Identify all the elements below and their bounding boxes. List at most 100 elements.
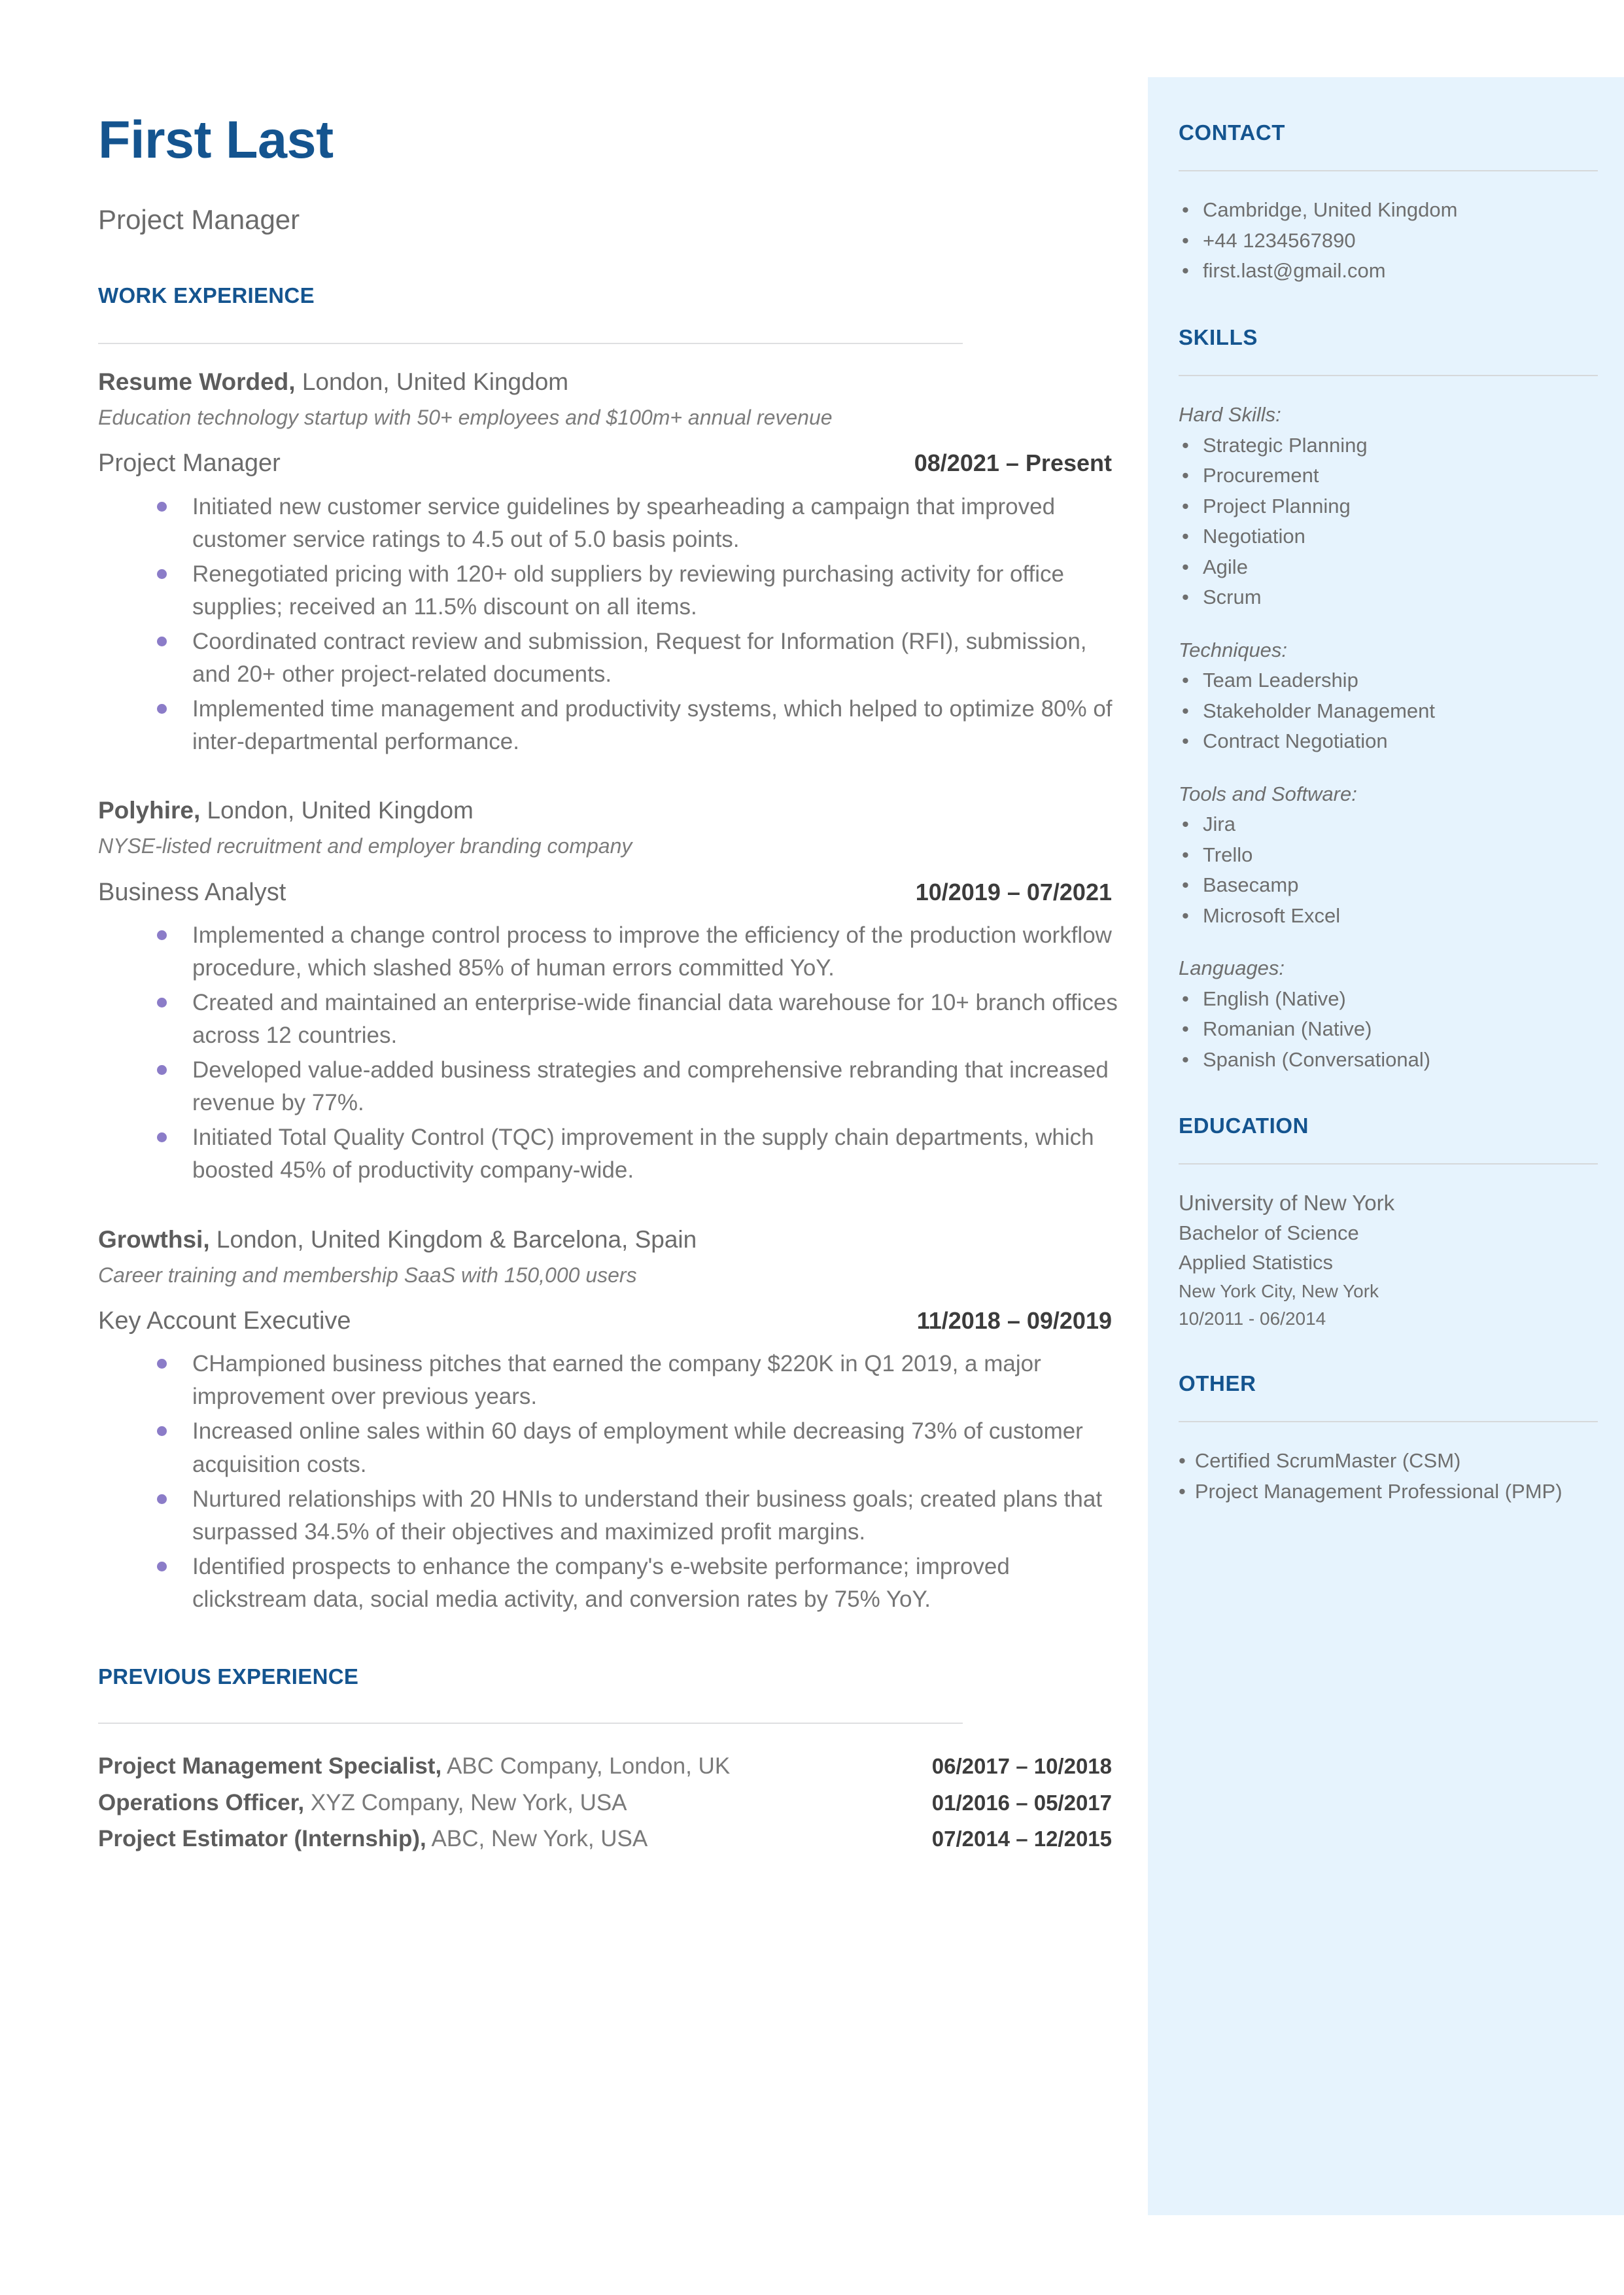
skill-item: • Project Planning (1179, 491, 1598, 522)
skill-item-label: Jira (1203, 813, 1235, 836)
skill-item: • Jira (1179, 809, 1598, 840)
bullet-dot-icon: • (1182, 494, 1189, 517)
skill-item: • Stakeholder Management (1179, 696, 1598, 727)
job-bullet: Initiated new customer service guideline… (98, 491, 1118, 556)
skill-item: • Romanian (Native) (1179, 1014, 1598, 1045)
skill-item-label: Project Planning (1203, 494, 1351, 517)
previous-experience-row: Operations Officer, XYZ Company, New Yor… (98, 1787, 1112, 1819)
job-bullet: Implemented time management and producti… (98, 693, 1118, 758)
bullet-dot-icon (157, 998, 167, 1008)
skills-group-label: Tools and Software: (1179, 782, 1357, 805)
job-bullet: Increased online sales within 60 days of… (98, 1415, 1118, 1480)
other-item-label: Certified ScrumMaster (CSM) (1194, 1449, 1461, 1473)
skill-item-label: Spanish (Conversational) (1203, 1047, 1431, 1071)
skill-item-label: Romanian (Native) (1203, 1017, 1372, 1041)
skills-group-label: Techniques: (1179, 638, 1288, 661)
skill-item-label: Strategic Planning (1203, 433, 1368, 457)
contact-item: • Cambridge, United Kingdom (1179, 195, 1598, 226)
bullet-dot-icon (157, 637, 167, 647)
skill-item-label: Trello (1203, 843, 1253, 866)
skill-item-label: Stakeholder Management (1203, 699, 1436, 722)
bullet-dot-icon (157, 1494, 167, 1504)
bullet-dot-icon (157, 1065, 167, 1076)
job-bullet-text: Nurtured relationships with 20 HNIs to u… (192, 1486, 1103, 1545)
bullet-dot-icon: • (1182, 555, 1189, 578)
previous-experience-title: Operations Officer, (98, 1789, 305, 1815)
previous-experience-title-line: Project Management Specialist, ABC Compa… (98, 1750, 730, 1783)
previous-experience-title-line: Project Estimator (Internship), ABC, New… (98, 1823, 648, 1855)
bullet-dot-icon: • (1182, 1017, 1189, 1041)
job-bullet-text: Developed value-added business strategie… (192, 1057, 1109, 1116)
previous-experience-date-range: 01/2016 – 05/2017 (931, 1790, 1112, 1815)
skill-item-label: Scrum (1203, 586, 1262, 609)
job-bullet: Implemented a change control process to … (98, 919, 1118, 985)
job-bullet-text: Increased online sales within 60 days of… (192, 1418, 1083, 1477)
job-date-range: 08/2021 – Present (914, 449, 1112, 477)
bullet-dot-icon: • (1182, 903, 1189, 927)
skill-item-label: English (Native) (1203, 987, 1346, 1010)
previous-experience-date-range: 07/2014 – 12/2015 (931, 1827, 1112, 1851)
sidebar-section-education-heading: EDUCATION (1179, 1113, 1309, 1138)
job-bullet-text: CHampioned business pitches that earned … (192, 1351, 1041, 1410)
job-company-location: London, United Kingdom & Barcelona, Spai… (209, 1225, 697, 1253)
skill-item: • English (Native) (1179, 984, 1598, 1015)
skill-item-label: Agile (1203, 555, 1248, 578)
skill-item: • Negotiation (1179, 521, 1598, 552)
job-company-description: Career training and membership SaaS with… (98, 1263, 637, 1287)
job-bullet-list: CHampioned business pitches that earned … (98, 1348, 1118, 1615)
skill-item: • Trello (1179, 840, 1598, 871)
previous-experience-title: Project Estimator (Internship), (98, 1826, 426, 1852)
bullet-dot-icon (157, 569, 167, 579)
job-bullet-list: Implemented a change control process to … (98, 919, 1118, 1187)
education-school: University of New York (1179, 1191, 1395, 1216)
job-company-line: Growthsi, London, United Kingdom & Barce… (98, 1224, 1118, 1255)
job-date-range: 10/2019 – 07/2021 (915, 878, 1112, 905)
job-bullet-text: Implemented a change control process to … (192, 922, 1112, 981)
bullet-dot-icon: • (1182, 259, 1189, 283)
contact-item-label: +44 1234567890 (1203, 228, 1356, 252)
job-company-name: Resume Worded, (98, 368, 296, 395)
previous-experience-detail: XYZ Company, New York, USA (304, 1789, 627, 1815)
resume-page: CONTACT • Cambridge, United Kingdom • +44 1… (0, 0, 1624, 2295)
previous-experience-title-line: Operations Officer, XYZ Company, New Yor… (98, 1787, 627, 1819)
job-company-line: Resume Worded, London, United Kingdom (98, 366, 1118, 398)
bullet-dot-icon (157, 704, 167, 714)
skill-item-label: Negotiation (1203, 525, 1305, 548)
contact-item: • first.last@gmail.com (1179, 256, 1598, 287)
job-bullet: Initiated Total Quality Control (TQC) im… (98, 1121, 1118, 1187)
job-bullet-text: Implemented time management and producti… (192, 696, 1113, 755)
bullet-dot-icon: • (1182, 699, 1189, 722)
bullet-dot-icon: • (1182, 843, 1189, 866)
skills-group-list: • Jira • Trello • Basecamp • Microsoft Excel (1179, 809, 1598, 931)
skill-item: • Procurement (1179, 461, 1598, 491)
skill-item: • Agile (1179, 552, 1598, 583)
bullet-dot-icon: • (1182, 433, 1189, 457)
job-bullet-text: Coordinated contract review and submissi… (192, 629, 1087, 688)
skill-item: • Contract Negotiation (1179, 726, 1598, 757)
other-divider (1179, 1421, 1598, 1423)
job-bullet: CHampioned business pitches that earned … (98, 1348, 1118, 1413)
bullet-dot-icon: • (1182, 464, 1189, 487)
job-company-location: London, United Kingdom (295, 368, 569, 395)
job-company-name: Polyhire, (98, 797, 201, 824)
previous-experience-date-range: 06/2017 – 10/2018 (931, 1754, 1112, 1779)
education-degree: Bachelor of Science (1179, 1221, 1359, 1245)
skill-item: • Team Leadership (1179, 665, 1598, 696)
bullet-dot-icon: • (1182, 729, 1189, 753)
main-column: First Last Project Manager WORK EXPERIEN… (98, 0, 1118, 1859)
section-previous-experience-heading: PREVIOUS EXPERIENCE (98, 1664, 359, 1689)
education-field: Applied Statistics (1179, 1251, 1334, 1274)
work-experience-list: Resume Worded, London, United Kingdom Edu… (98, 366, 1118, 1616)
bullet-dot-icon: • (1182, 1047, 1189, 1071)
bullet-dot-icon: • (1179, 1449, 1186, 1473)
bullet-dot-icon: • (1182, 525, 1189, 548)
job-bullet-text: Identified prospects to enhance the comp… (192, 1553, 1010, 1612)
bullet-dot-icon (157, 1359, 167, 1369)
sidebar: CONTACT • Cambridge, United Kingdom • +44 1… (1148, 77, 1624, 2215)
contact-list: • Cambridge, United Kingdom • +44 123456789… (1179, 195, 1598, 287)
previous-experience-detail: ABC, New York, USA (426, 1826, 648, 1852)
job-company-name: Growthsi, (98, 1225, 210, 1253)
skill-item-label: Contract Negotiation (1203, 729, 1388, 753)
bullet-dot-icon: • (1182, 813, 1189, 836)
skill-item: • Basecamp (1179, 870, 1598, 901)
